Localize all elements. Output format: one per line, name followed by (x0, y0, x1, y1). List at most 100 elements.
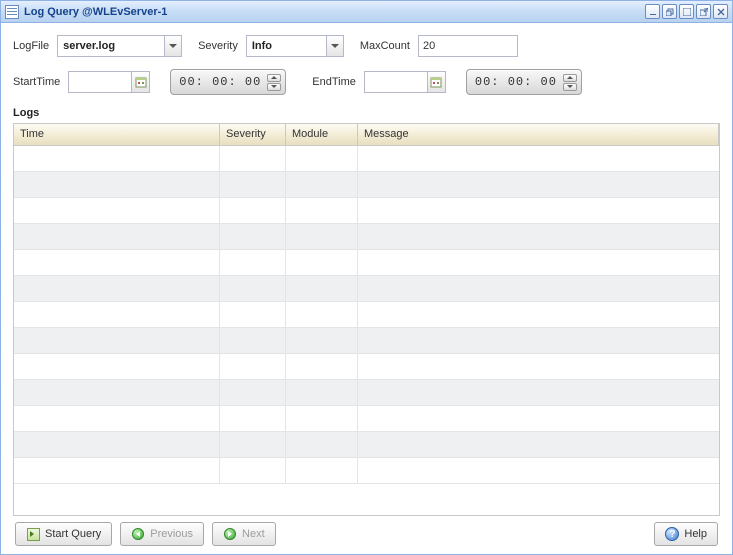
spinner-down-button[interactable] (563, 83, 577, 91)
table-row[interactable] (14, 250, 719, 276)
table-cell (358, 276, 719, 302)
arrow-right-icon (223, 527, 237, 541)
table-cell (14, 172, 220, 198)
table-cell (14, 406, 220, 432)
table-cell (14, 224, 220, 250)
table-row[interactable] (14, 198, 719, 224)
table-cell (220, 224, 286, 250)
previous-label: Previous (150, 528, 193, 540)
table-cell (358, 198, 719, 224)
maxcount-label: MaxCount (360, 40, 410, 52)
table-cell (286, 302, 358, 328)
footer-toolbar: Start Query Previous Next ? Help (13, 516, 720, 548)
close-button[interactable] (713, 4, 728, 19)
table-cell (220, 276, 286, 302)
table-cell (220, 198, 286, 224)
column-header-time[interactable]: Time (14, 124, 220, 145)
minimize-button[interactable] (645, 4, 660, 19)
spinner-up-button[interactable] (563, 74, 577, 82)
table-row[interactable] (14, 302, 719, 328)
table-cell (358, 250, 719, 276)
logs-section-label: Logs (13, 107, 720, 119)
table-cell (220, 354, 286, 380)
table-cell (14, 146, 220, 172)
table-cell (358, 432, 719, 458)
column-header-message[interactable]: Message (358, 124, 719, 145)
content-area: LogFile server.log Severity Info MaxCoun… (1, 23, 732, 554)
endtime-time-spinner[interactable]: 00: 00: 00 (466, 69, 582, 95)
endtime-time-value: 00: 00: 00 (475, 75, 557, 89)
spinner-buttons (267, 74, 281, 91)
table-cell (358, 380, 719, 406)
table-cell (358, 302, 719, 328)
maxcount-input[interactable] (418, 35, 518, 57)
table-row[interactable] (14, 432, 719, 458)
table-cell (286, 380, 358, 406)
table-cell (286, 276, 358, 302)
popout-button[interactable] (696, 4, 711, 19)
window-buttons (645, 4, 728, 19)
table-cell (14, 380, 220, 406)
window-title: Log Query @WLEvServer-1 (24, 6, 167, 18)
next-button[interactable]: Next (212, 522, 276, 546)
starttime-time-spinner[interactable]: 00: 00: 00 (170, 69, 286, 95)
starttime-date-input[interactable] (68, 71, 132, 93)
table-cell (358, 354, 719, 380)
table-row[interactable] (14, 172, 719, 198)
previous-button[interactable]: Previous (120, 522, 204, 546)
table-row[interactable] (14, 328, 719, 354)
table-cell (286, 354, 358, 380)
logfile-select[interactable]: server.log (57, 35, 182, 57)
help-icon: ? (665, 527, 679, 541)
table-cell (286, 224, 358, 250)
table-row[interactable] (14, 354, 719, 380)
table-cell (14, 432, 220, 458)
table-cell (14, 250, 220, 276)
table-row[interactable] (14, 458, 719, 484)
severity-value: Info (252, 40, 272, 52)
column-header-severity[interactable]: Severity (220, 124, 286, 145)
column-header-module[interactable]: Module (286, 124, 358, 145)
arrow-left-icon (131, 527, 145, 541)
next-label: Next (242, 528, 265, 540)
table-cell (286, 172, 358, 198)
table-cell (286, 146, 358, 172)
table-cell (14, 458, 220, 484)
table-row[interactable] (14, 276, 719, 302)
table-cell (358, 458, 719, 484)
table-cell (14, 302, 220, 328)
table-cell (14, 328, 220, 354)
calendar-icon[interactable] (132, 71, 150, 93)
filter-row-1: LogFile server.log Severity Info MaxCoun… (13, 33, 720, 59)
table-cell (220, 328, 286, 354)
severity-select[interactable]: Info (246, 35, 344, 57)
table-cell (220, 432, 286, 458)
titlebar: Log Query @WLEvServer-1 (1, 1, 732, 23)
table-row[interactable] (14, 224, 719, 250)
maximize-button[interactable] (679, 4, 694, 19)
restore-down-button[interactable] (662, 4, 677, 19)
filter-row-2: StartTime 00: 00: 00 EndTime 00: (13, 69, 720, 95)
start-query-button[interactable]: Start Query (15, 522, 112, 546)
table-cell (286, 328, 358, 354)
table-cell (358, 406, 719, 432)
grid-body (14, 146, 719, 515)
table-row[interactable] (14, 380, 719, 406)
calendar-icon[interactable] (428, 71, 446, 93)
spinner-buttons (563, 74, 577, 91)
severity-label: Severity (198, 40, 238, 52)
help-button[interactable]: ? Help (654, 522, 718, 546)
log-query-window: Log Query @WLEvServer-1 LogFile server.l… (0, 0, 733, 555)
logfile-label: LogFile (13, 40, 49, 52)
run-icon (26, 527, 40, 541)
logfile-value: server.log (63, 40, 115, 52)
table-cell (286, 432, 358, 458)
spinner-up-button[interactable] (267, 74, 281, 82)
starttime-time-value: 00: 00: 00 (179, 75, 261, 89)
table-cell (14, 276, 220, 302)
spinner-down-button[interactable] (267, 83, 281, 91)
table-row[interactable] (14, 146, 719, 172)
endtime-date-input[interactable] (364, 71, 428, 93)
table-cell (220, 302, 286, 328)
table-row[interactable] (14, 406, 719, 432)
